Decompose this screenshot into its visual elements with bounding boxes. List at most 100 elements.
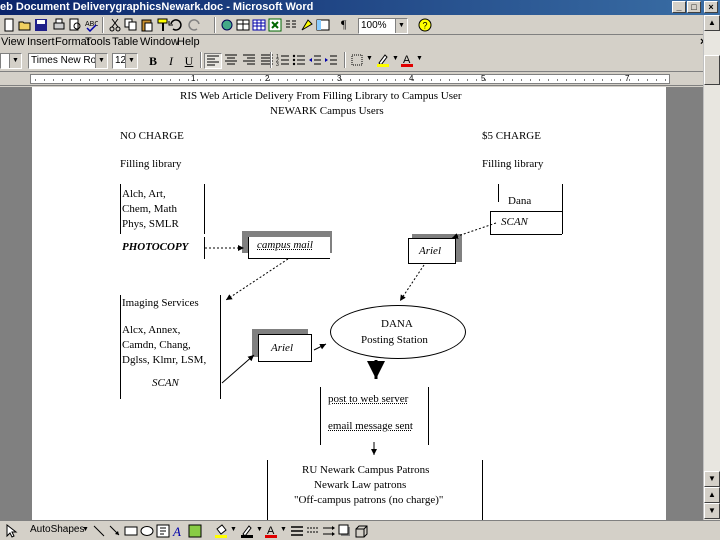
increase-indent-icon[interactable] xyxy=(324,53,338,67)
clip-art-icon[interactable] xyxy=(188,524,202,538)
align-right-button[interactable] xyxy=(240,53,258,69)
copy-icon[interactable] xyxy=(124,18,138,32)
chevron-down-icon[interactable]: ▼ xyxy=(95,54,107,68)
minimize-button[interactable]: _ xyxy=(672,1,686,13)
next-page-button[interactable]: ▼ xyxy=(704,503,720,519)
wordart-icon[interactable]: A xyxy=(172,524,186,538)
bullets-icon[interactable] xyxy=(292,53,306,67)
select-objects-icon[interactable] xyxy=(4,524,18,538)
arrow-scan-to-ariel xyxy=(451,222,497,239)
zoom-combo[interactable]: 100% ▼ xyxy=(358,18,408,34)
formatting-toolbar: ▼ Times New Roman ▼ 12 ▼ B I U 123 ▼ ▼ A… xyxy=(0,50,720,72)
vertical-scrollbar[interactable]: ▲ ▼ ▲ ▼ xyxy=(703,15,720,520)
standard-toolbar: ABC ¶ 100% ▼ ? xyxy=(0,15,720,35)
style-combo[interactable]: ▼ xyxy=(0,53,22,69)
print-icon[interactable] xyxy=(52,18,66,32)
chevron-down-icon[interactable]: ▼ xyxy=(256,526,263,533)
menu-insert[interactable]: Insert xyxy=(27,36,55,48)
arrow-icon[interactable] xyxy=(108,524,122,538)
dash-style-icon[interactable] xyxy=(306,524,320,538)
redo-icon[interactable] xyxy=(188,18,202,32)
highlight-icon[interactable] xyxy=(376,53,390,67)
menu-bar: View Insert Format Tools Table Window He… xyxy=(0,35,720,50)
insert-excel-icon[interactable] xyxy=(268,18,282,32)
scroll-up-button[interactable]: ▲ xyxy=(704,15,720,31)
border-icon[interactable] xyxy=(350,53,364,67)
ruler-number: 3 xyxy=(337,74,342,83)
help-icon[interactable]: ? xyxy=(418,18,432,32)
chevron-down-icon[interactable]: ▼ xyxy=(280,526,287,533)
italic-button[interactable]: I xyxy=(162,53,180,69)
font-color-icon[interactable]: A xyxy=(264,524,278,538)
font-size-combo[interactable]: 12 ▼ xyxy=(112,53,138,69)
new-document-icon[interactable] xyxy=(2,18,16,32)
3d-icon[interactable] xyxy=(354,524,368,538)
bold-button[interactable]: B xyxy=(144,53,162,69)
ruler-number: 5 xyxy=(481,74,486,83)
rectangle-icon[interactable] xyxy=(124,524,138,538)
svg-text:3: 3 xyxy=(276,62,279,67)
title-bar: eb Document DeliverygraphicsNewark.doc -… xyxy=(0,0,720,15)
shadow-icon[interactable] xyxy=(338,524,352,538)
cut-icon[interactable] xyxy=(108,18,122,32)
font-color-icon[interactable]: A xyxy=(400,53,414,67)
line-style-icon[interactable] xyxy=(290,524,304,538)
ruler-number: 1 xyxy=(191,74,196,83)
save-icon[interactable] xyxy=(34,18,48,32)
toolbar-separator xyxy=(200,52,202,68)
autoshapes-menu[interactable]: AutoShapes xyxy=(30,524,85,535)
chevron-down-icon[interactable]: ▼ xyxy=(230,526,237,533)
decrease-indent-icon[interactable] xyxy=(308,53,322,67)
menu-window[interactable]: Window xyxy=(140,36,179,48)
insert-table-icon[interactable] xyxy=(252,18,266,32)
scroll-down-button[interactable]: ▼ xyxy=(704,471,720,487)
spelling-icon[interactable]: ABC xyxy=(84,18,98,32)
toolbar-separator xyxy=(344,52,346,68)
drawing-icon[interactable] xyxy=(300,18,314,32)
numbering-icon[interactable]: 123 xyxy=(276,53,290,67)
previous-page-button[interactable]: ▲ xyxy=(704,487,720,503)
scroll-thumb[interactable] xyxy=(704,55,720,85)
chevron-down-icon[interactable]: ▼ xyxy=(9,54,21,68)
close-button[interactable]: × xyxy=(704,1,718,13)
zoom-value: 100% xyxy=(361,20,387,31)
menu-tools[interactable]: Tools xyxy=(85,36,111,48)
menu-help[interactable]: Help xyxy=(177,36,200,48)
chevron-down-icon[interactable]: ▼ xyxy=(392,55,399,62)
document-area: RIS Web Article Delivery From Filling Li… xyxy=(0,87,703,520)
svg-text:A: A xyxy=(172,524,181,538)
arrow-ariel-to-dana xyxy=(399,264,425,302)
font-name-combo[interactable]: Times New Roman ▼ xyxy=(28,53,108,69)
align-center-icon xyxy=(225,54,237,65)
insert-hyperlink-icon[interactable] xyxy=(220,18,234,32)
ruler-strip: 1 2 3 4 5 7 xyxy=(30,74,670,84)
paste-icon[interactable] xyxy=(140,18,154,32)
chevron-down-icon[interactable]: ▼ xyxy=(416,55,423,62)
menu-view[interactable]: View xyxy=(1,36,25,48)
document-map-icon[interactable] xyxy=(316,18,330,32)
open-folder-icon[interactable] xyxy=(18,18,32,32)
line-icon[interactable] xyxy=(92,524,106,538)
chevron-down-icon[interactable]: ▼ xyxy=(395,19,407,33)
tables-borders-icon[interactable] xyxy=(236,18,250,32)
fill-color-icon[interactable] xyxy=(214,524,228,538)
undo-icon[interactable] xyxy=(168,18,182,32)
chevron-down-icon[interactable]: ▼ xyxy=(82,526,89,533)
print-preview-icon[interactable] xyxy=(68,18,82,32)
justify-button[interactable] xyxy=(258,53,276,69)
align-left-button[interactable] xyxy=(204,53,222,69)
line-color-icon[interactable] xyxy=(240,524,254,538)
menu-table[interactable]: Table xyxy=(112,36,138,48)
horizontal-ruler[interactable]: 1 2 3 4 5 7 xyxy=(0,72,703,86)
underline-button[interactable]: U xyxy=(180,53,198,69)
show-hide-icon[interactable]: ¶ xyxy=(341,17,346,32)
document-page[interactable]: RIS Web Article Delivery From Filling Li… xyxy=(32,87,666,520)
restore-button[interactable]: □ xyxy=(687,1,701,13)
arrow-style-icon[interactable] xyxy=(322,524,336,538)
center-button[interactable] xyxy=(222,53,240,69)
columns-icon[interactable] xyxy=(284,18,298,32)
text-box-icon[interactable] xyxy=(156,524,170,538)
chevron-down-icon[interactable]: ▼ xyxy=(366,55,373,62)
chevron-down-icon[interactable]: ▼ xyxy=(125,54,137,68)
oval-icon[interactable] xyxy=(140,524,154,538)
